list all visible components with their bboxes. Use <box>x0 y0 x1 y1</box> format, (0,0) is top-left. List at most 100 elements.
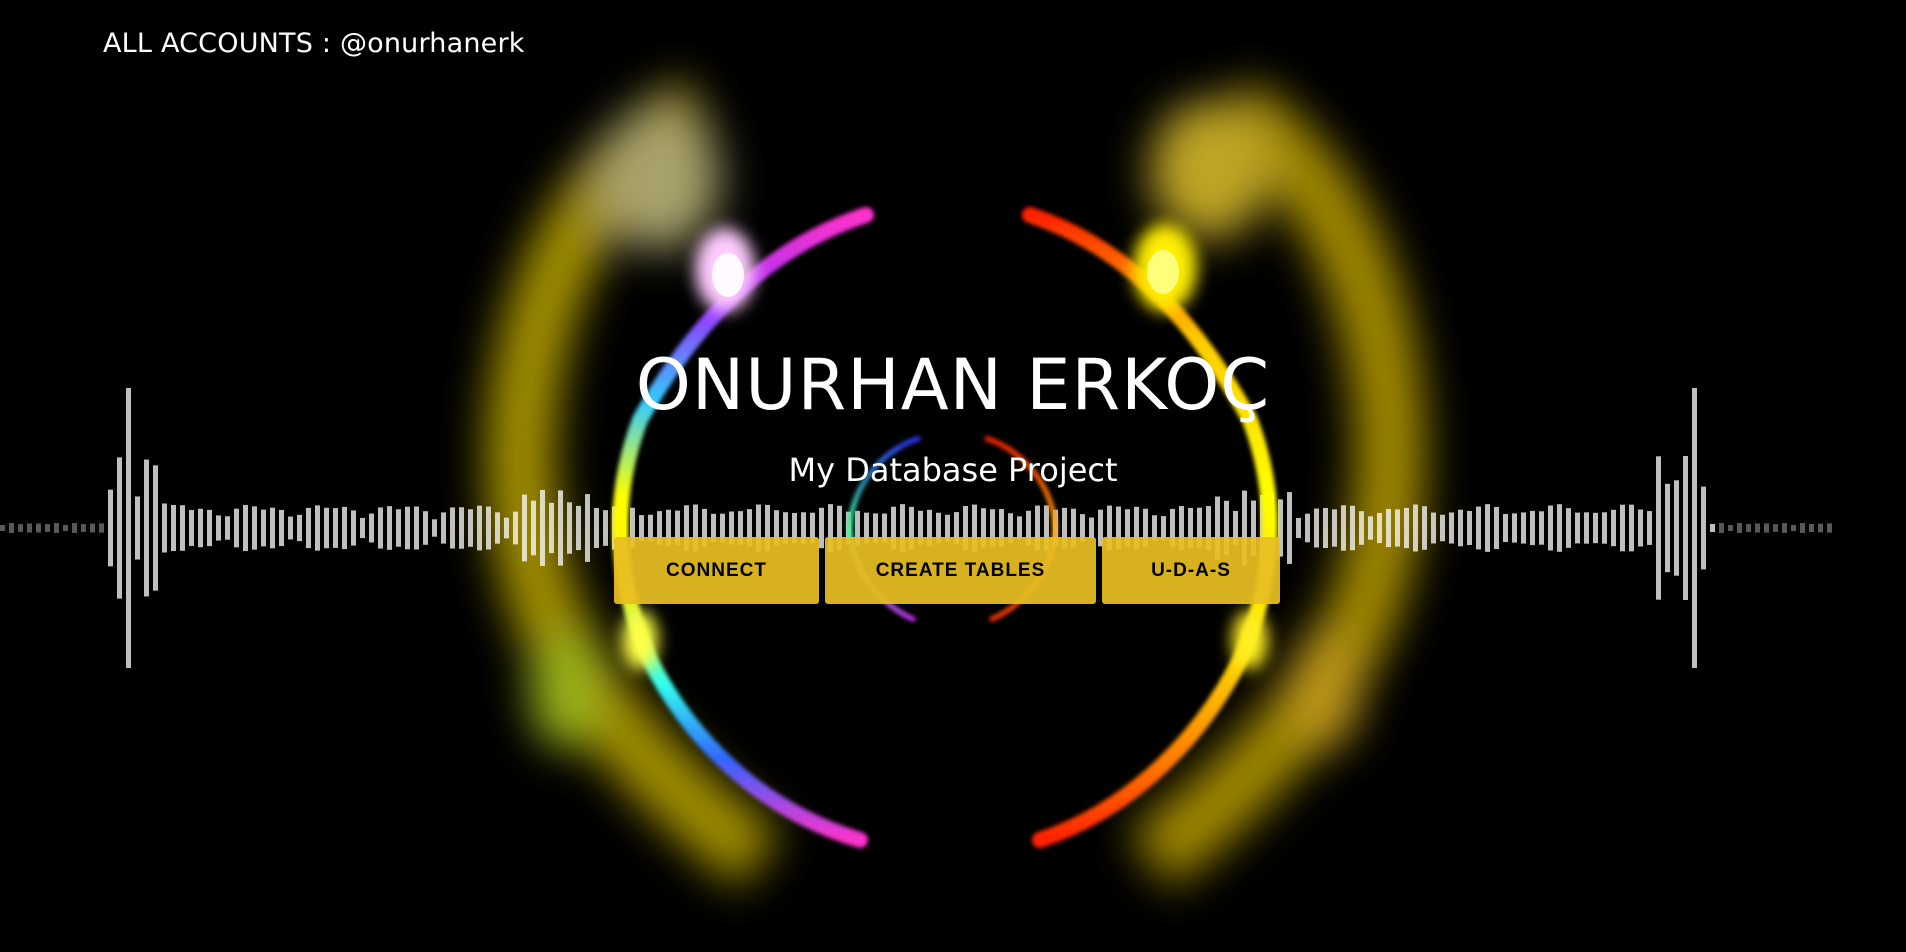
waveform-bar <box>1620 504 1625 552</box>
waveform-bar <box>171 504 176 552</box>
waveform-bar <box>207 509 212 547</box>
waveform-bar <box>234 508 239 548</box>
waveform-bar <box>63 524 68 532</box>
waveform-bar <box>1611 509 1616 547</box>
waveform-bar <box>1413 504 1418 552</box>
waveform-bar <box>495 512 500 544</box>
waveform-bar <box>1485 504 1490 552</box>
waveform-bar <box>1287 492 1292 564</box>
waveform-bar <box>1314 508 1319 548</box>
waveform-bar <box>1332 509 1337 547</box>
waveform-bar <box>405 506 410 550</box>
waveform-bar <box>261 509 266 547</box>
waveform-bar <box>18 524 23 532</box>
waveform-bar <box>414 506 419 550</box>
waveform-bar <box>1359 511 1364 545</box>
waveform-bar <box>1692 388 1697 668</box>
waveform-bar <box>279 509 284 547</box>
waveform-bar <box>180 505 185 551</box>
waveform-bar <box>1476 506 1481 550</box>
waveform-bar <box>387 506 392 550</box>
waveform-bar <box>1710 524 1715 532</box>
waveform-bar <box>1089 517 1094 539</box>
waveform-bar <box>1629 504 1634 552</box>
waveform-bar <box>1341 505 1346 551</box>
waveform-bar <box>468 509 473 547</box>
waveform-bar <box>252 506 257 550</box>
waveform-bar <box>1647 511 1652 545</box>
waveform-bar <box>225 516 230 540</box>
waveform-bar <box>351 510 356 546</box>
waveform-bar <box>513 511 518 545</box>
waveform-bar <box>135 496 140 560</box>
waveform-bar <box>1467 510 1472 546</box>
waveform-bar <box>1773 524 1778 532</box>
waveform-bar <box>1323 507 1328 549</box>
hero-stage: ALL ACCOUNTS : @onurhanerk ONURHAN ERKOÇ… <box>0 0 1906 952</box>
waveform-bar <box>1503 514 1508 542</box>
waveform-bar <box>1305 513 1310 543</box>
create-tables-button[interactable]: CREATE TABLES <box>825 537 1096 604</box>
waveform-bar <box>27 523 32 533</box>
waveform-bar <box>270 507 275 549</box>
waveform-bar <box>1557 504 1562 552</box>
waveform-bar <box>1530 510 1535 546</box>
waveform-bar <box>819 507 824 549</box>
waveform-bar <box>1404 507 1409 549</box>
waveform-bar <box>1728 524 1733 532</box>
waveform-bar <box>1701 486 1706 570</box>
waveform-bar <box>81 524 86 532</box>
waveform-bar <box>1665 483 1670 573</box>
waveform-bar <box>1386 508 1391 548</box>
waveform-graphic <box>0 388 1832 668</box>
udas-button[interactable]: U-D-A-S <box>1102 537 1280 604</box>
waveform-bar <box>1719 523 1724 533</box>
waveform-bar <box>243 504 248 552</box>
waveform-bar <box>315 505 320 551</box>
all-accounts-link[interactable]: ALL ACCOUNTS : @onurhanerk <box>103 28 525 59</box>
waveform-bar <box>324 507 329 549</box>
waveform-bar <box>1818 523 1823 533</box>
waveform-bar <box>54 523 59 533</box>
waveform-bar <box>1449 512 1454 544</box>
waveform-bar <box>603 510 608 546</box>
waveform-bar <box>1575 512 1580 544</box>
waveform-bar <box>477 505 482 551</box>
waveform-bar <box>1494 507 1499 549</box>
waveform-bar <box>1746 524 1751 532</box>
waveform-bar <box>288 516 293 540</box>
waveform-bar <box>522 494 527 562</box>
waveform-bar <box>1368 516 1373 540</box>
waveform-bar <box>369 513 374 543</box>
waveform-bar <box>1593 512 1598 544</box>
waveform-bar <box>576 505 581 551</box>
waveform-bar <box>342 506 347 550</box>
waveform-bar <box>459 507 464 549</box>
waveform-bar <box>1458 509 1463 547</box>
connect-button[interactable]: CONNECT <box>614 537 819 604</box>
waveform-bar <box>441 512 446 544</box>
waveform-bar <box>1638 509 1643 547</box>
waveform-bar <box>1602 512 1607 544</box>
waveform-bar <box>1350 505 1355 551</box>
waveform-bar <box>486 506 491 550</box>
waveform-bar <box>1791 524 1796 532</box>
waveform-bar <box>1584 512 1589 544</box>
waveform-bar <box>36 523 41 533</box>
waveform-bar <box>504 517 509 539</box>
waveform-bar <box>1782 523 1787 533</box>
waveform-bar <box>297 514 302 542</box>
waveform-bar <box>189 510 194 546</box>
waveform-bar <box>9 523 14 533</box>
waveform-bar <box>1566 508 1571 548</box>
waveform-bar <box>126 388 131 668</box>
waveform-bar <box>1395 509 1400 547</box>
waveform-bar <box>1737 523 1742 533</box>
waveform-bar <box>594 508 599 548</box>
waveform-bar <box>1521 512 1526 544</box>
waveform-bar <box>450 507 455 549</box>
waveform-bar <box>585 494 590 562</box>
waveform-bar <box>1296 517 1301 539</box>
waveform-bar <box>162 503 167 553</box>
waveform-bar <box>1800 523 1805 533</box>
